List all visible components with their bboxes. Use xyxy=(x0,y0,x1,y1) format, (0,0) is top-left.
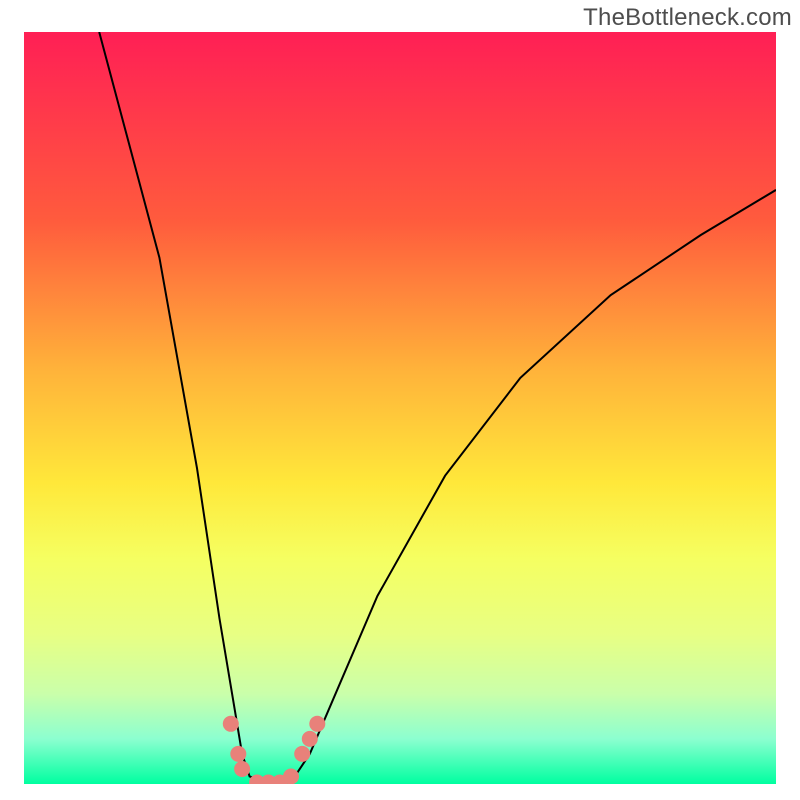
curve-marker xyxy=(223,716,239,732)
plot-frame xyxy=(24,32,776,784)
chart-container: TheBottleneck.com xyxy=(0,0,800,800)
curve-marker xyxy=(234,761,250,777)
curve-marker xyxy=(294,746,310,762)
curve-marker xyxy=(230,746,246,762)
curve-markers xyxy=(223,716,325,784)
bottleneck-curve xyxy=(99,32,776,784)
curve-marker xyxy=(283,769,299,785)
chart-svg xyxy=(24,32,776,784)
curve-marker xyxy=(309,716,325,732)
gradient-background xyxy=(24,32,776,784)
curve-marker xyxy=(302,731,318,747)
attribution-label: TheBottleneck.com xyxy=(583,4,792,32)
